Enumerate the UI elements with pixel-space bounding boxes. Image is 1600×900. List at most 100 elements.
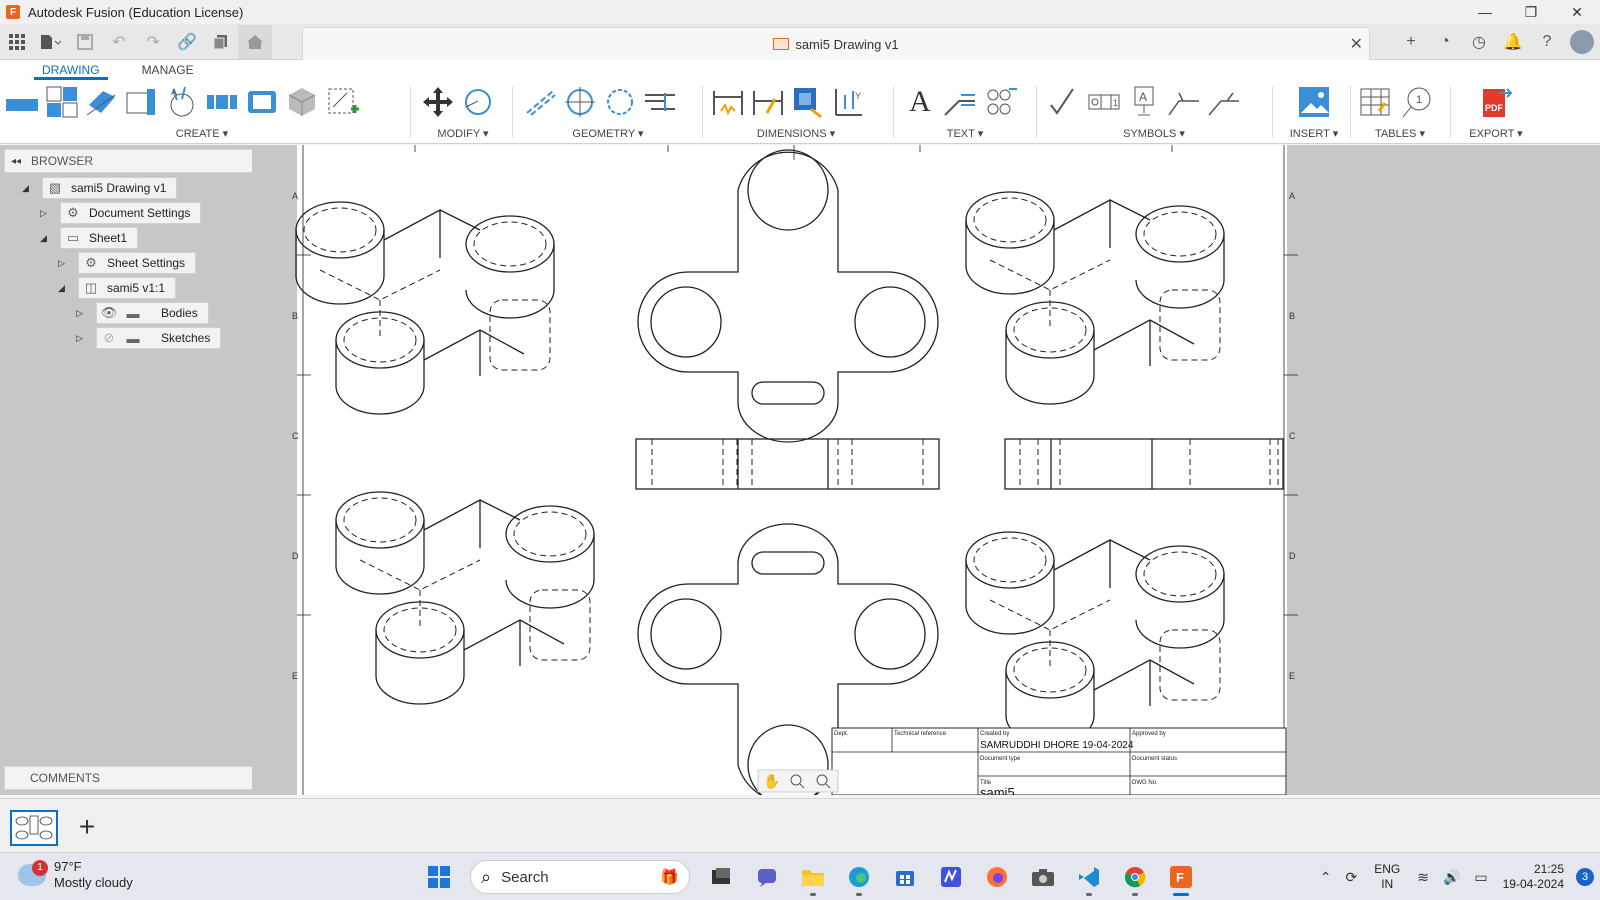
export-group-label[interactable]: EXPORT ▾ <box>1456 127 1536 140</box>
insert-group-label[interactable]: INSERT ▾ <box>1284 127 1344 140</box>
tree-node-drawing[interactable]: ◢ ▧ sami5 Drawing v1 <box>22 177 178 199</box>
wifi-icon[interactable]: ≋ <box>1417 869 1429 886</box>
task-view-icon[interactable] <box>701 857 741 897</box>
undo-icon[interactable]: ↶ <box>102 25 136 59</box>
home-icon[interactable] <box>238 24 272 59</box>
component-icon[interactable] <box>282 83 322 121</box>
balloon-icon[interactable] <box>980 83 1020 121</box>
system-clock[interactable]: 21:25 19-04-2024 <box>1503 862 1564 892</box>
notifications-bell-icon[interactable]: 🔔 <box>1496 25 1530 59</box>
expanded-triangle-icon[interactable]: ◢ <box>40 233 52 244</box>
tree-node-document-settings[interactable]: ▷ ⚙ Document Settings <box>40 202 202 224</box>
eye-visible-icon[interactable]: 👁 <box>97 303 121 323</box>
symbols-group-label[interactable]: SYMBOLS ▾ <box>1044 127 1264 140</box>
surface-texture-icon[interactable] <box>1044 83 1084 121</box>
firefox-icon[interactable] <box>977 857 1017 897</box>
dimension-icon[interactable] <box>708 83 748 121</box>
create-group-label[interactable]: CREATE ▾ <box>2 127 402 140</box>
minimize-button[interactable]: — <box>1462 0 1508 24</box>
file-menu-icon[interactable] <box>34 25 68 59</box>
teams-chat-icon[interactable] <box>747 857 787 897</box>
base-view-icon[interactable] <box>2 83 42 121</box>
tab-drawing[interactable]: DRAWING <box>34 60 108 80</box>
close-window-button[interactable]: ✕ <box>1554 0 1600 24</box>
ordinate-dimension-icon[interactable] <box>748 83 788 121</box>
drawing-sheet[interactable]: .ln { stroke:#222; stroke-width:1.3; fil… <box>252 145 1600 795</box>
crop-view-icon[interactable] <box>242 83 282 121</box>
eye-hidden-icon[interactable]: ⊘ <box>97 328 121 348</box>
close-document-tab-button[interactable]: ✕ <box>1350 34 1363 54</box>
collapsed-triangle-icon[interactable]: ▷ <box>58 258 70 269</box>
show-hidden-icons-chevron-icon[interactable]: ⌃ <box>1320 869 1332 886</box>
expanded-triangle-icon[interactable]: ◢ <box>22 183 34 194</box>
rotate-icon[interactable] <box>458 83 498 121</box>
insert-image-icon[interactable] <box>1294 83 1334 121</box>
edge-browser-icon[interactable] <box>839 857 879 897</box>
dimensions-group-label[interactable]: DIMENSIONS ▾ <box>708 127 884 140</box>
collapse-browser-icon[interactable]: ◂◂ <box>11 156 21 167</box>
start-menu-icon[interactable] <box>419 857 459 897</box>
restore-button[interactable]: ❐ <box>1508 0 1554 24</box>
expanded-triangle-icon[interactable]: ◢ <box>58 283 70 294</box>
text-group-label[interactable]: TEXT ▾ <box>900 127 1030 140</box>
drawing-canvas[interactable]: .ln { stroke:#222; stroke-width:1.3; fil… <box>252 145 1600 795</box>
chrome-icon[interactable] <box>1115 857 1155 897</box>
language-indicator[interactable]: ENG IN <box>1374 862 1400 892</box>
camera-app-icon[interactable] <box>1023 857 1063 897</box>
extensions-icon[interactable]: ◔ <box>1428 25 1462 59</box>
save-icon[interactable] <box>68 25 102 59</box>
link-icon[interactable]: 🔗 <box>170 25 204 59</box>
edge-extension-icon[interactable] <box>640 83 680 121</box>
balloon-number-icon[interactable]: 1 <box>1396 83 1436 121</box>
baseline-dimension-icon[interactable] <box>788 83 828 121</box>
fusion-taskbar-icon[interactable]: F <box>1161 857 1201 897</box>
sheet1-thumbnail[interactable] <box>10 810 58 846</box>
redo-icon[interactable]: ↷ <box>136 25 170 59</box>
vscode-icon[interactable] <box>1069 857 1109 897</box>
tree-node-bodies[interactable]: ▷ 👁 ▬ Bodies <box>76 302 209 324</box>
tab-manage[interactable]: MANAGE <box>134 60 202 80</box>
user-avatar[interactable] <box>1570 30 1594 54</box>
file-explorer-icon[interactable] <box>793 857 833 897</box>
tree-node-sketches[interactable]: ▷ ⊘ ▬ Sketches <box>76 327 222 349</box>
tree-node-sheet1[interactable]: ◢ ▭ Sheet1 <box>40 227 139 249</box>
sync-icon[interactable]: ⟳ <box>1345 869 1357 886</box>
copy-icon[interactable] <box>204 25 238 59</box>
collapsed-triangle-icon[interactable]: ▷ <box>76 308 88 319</box>
chain-dimension-icon[interactable]: Y <box>828 83 868 121</box>
tables-group-label[interactable]: TABLES ▾ <box>1356 127 1444 140</box>
app-grid-icon[interactable] <box>0 25 34 59</box>
document-tab[interactable]: sami5 Drawing v1 ✕ <box>302 27 1370 60</box>
break-out-icon[interactable] <box>202 83 242 121</box>
help-icon[interactable]: ? <box>1530 25 1564 59</box>
modify-group-label[interactable]: MODIFY ▾ <box>418 127 508 140</box>
notification-count-badge[interactable]: 3 <box>1576 868 1594 886</box>
edge-symbol-icon[interactable] <box>1204 83 1244 121</box>
math-app-icon[interactable] <box>931 857 971 897</box>
weather-widget[interactable]: 1 97°F Mostly cloudy <box>18 859 133 891</box>
center-mark-pattern-icon[interactable] <box>600 83 640 121</box>
break-view-icon[interactable]: A <box>162 83 202 121</box>
geometry-group-label[interactable]: GEOMETRY ▾ <box>520 127 696 140</box>
microsoft-store-icon[interactable] <box>885 857 925 897</box>
volume-icon[interactable]: 🔊 <box>1443 869 1460 886</box>
export-pdf-icon[interactable]: PDF <box>1476 83 1516 121</box>
sketch-icon[interactable] <box>322 83 362 121</box>
tree-node-sheet-settings[interactable]: ▷ ⚙ Sheet Settings <box>58 252 197 274</box>
feature-control-frame-icon[interactable]: 1 <box>1084 83 1124 121</box>
center-mark-icon[interactable] <box>560 83 600 121</box>
tree-node-component[interactable]: ◢ ◫ sami5 v1:1 <box>58 277 177 299</box>
collapsed-triangle-icon[interactable]: ▷ <box>76 333 88 344</box>
detail-view-icon[interactable] <box>122 83 162 121</box>
text-icon[interactable]: A <box>900 83 940 121</box>
centerline-icon[interactable] <box>520 83 560 121</box>
new-tab-icon[interactable]: + <box>1394 25 1428 59</box>
collapsed-triangle-icon[interactable]: ▷ <box>40 208 52 219</box>
add-sheet-button[interactable]: + <box>72 810 102 844</box>
welding-symbol-icon[interactable] <box>1164 83 1204 121</box>
projected-view-icon[interactable] <box>42 83 82 121</box>
section-view-icon[interactable] <box>82 83 122 121</box>
battery-icon[interactable]: ▭ <box>1474 869 1487 886</box>
taskbar-search-box[interactable]: ⌕ Search 🎁 <box>470 860 690 894</box>
job-status-icon[interactable]: ◷ <box>1462 25 1496 59</box>
